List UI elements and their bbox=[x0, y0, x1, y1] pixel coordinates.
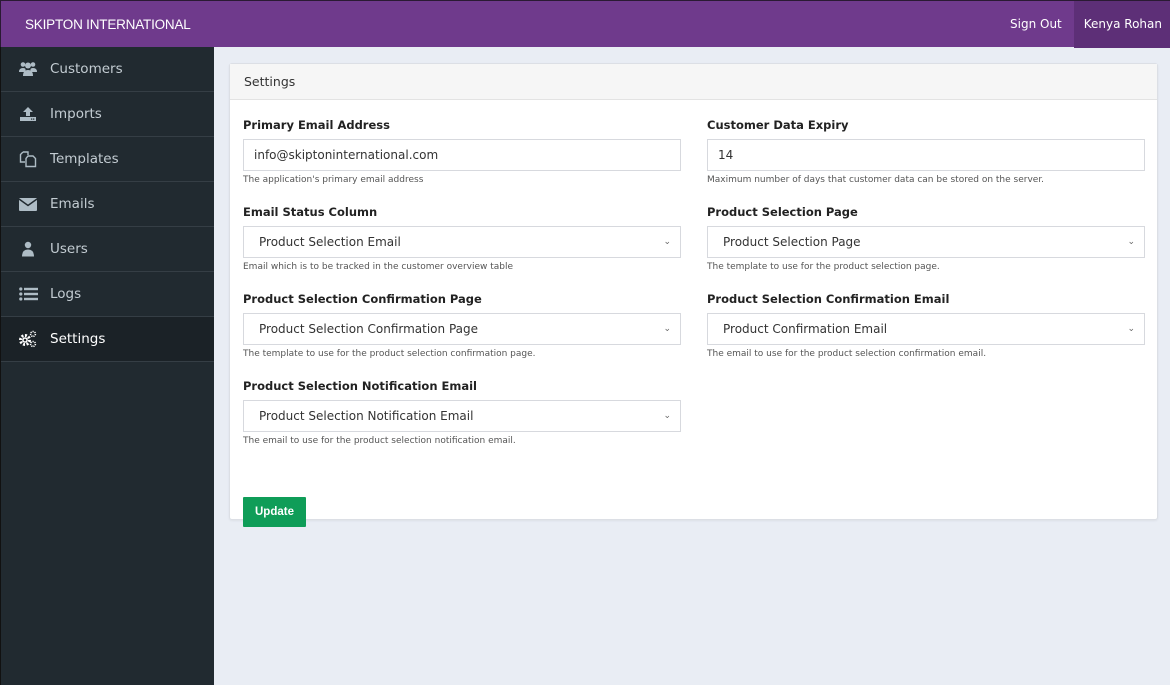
cogs-icon bbox=[18, 330, 38, 348]
top-right-menu: Sign Out Kenya Rohan bbox=[998, 1, 1170, 48]
notification-email-select[interactable]: Product Selection Notification Email ⌄ bbox=[243, 400, 681, 432]
notification-email-help: The email to use for the product selecti… bbox=[243, 436, 516, 446]
primary-email-label: Primary Email Address bbox=[243, 118, 390, 132]
sidebar-item-label: Imports bbox=[50, 106, 102, 122]
product-selection-page-label: Product Selection Page bbox=[707, 205, 858, 219]
sign-out-link[interactable]: Sign Out bbox=[998, 1, 1074, 48]
data-expiry-label: Customer Data Expiry bbox=[707, 118, 849, 132]
confirmation-email-help: The email to use for the product selecti… bbox=[707, 349, 987, 359]
product-selection-page-select[interactable]: Product Selection Page ⌄ bbox=[707, 226, 1145, 258]
chevron-down-icon: ⌄ bbox=[663, 324, 671, 334]
user-name[interactable]: Kenya Rohan bbox=[1073, 1, 1170, 48]
data-expiry-input[interactable]: 14 bbox=[707, 139, 1145, 171]
selected-value: Product Selection Page bbox=[723, 235, 861, 249]
email-status-column-select[interactable]: Product Selection Email ⌄ bbox=[243, 226, 681, 258]
envelope-icon bbox=[18, 195, 38, 213]
sidebar-item-emails[interactable]: Emails bbox=[1, 182, 214, 227]
top-navbar: SKIPTON INTERNATIONAL Sign Out Kenya Roh… bbox=[0, 0, 1170, 48]
primary-email-help: The application's primary email address bbox=[243, 175, 424, 185]
product-selection-page-help: The template to use for the product sele… bbox=[707, 262, 940, 272]
upload-icon bbox=[18, 105, 38, 123]
sidebar-item-label: Customers bbox=[50, 61, 123, 77]
confirmation-email-label: Product Selection Confirmation Email bbox=[707, 292, 950, 306]
selected-value: Product Selection Notification Email bbox=[259, 409, 474, 423]
notification-email-label: Product Selection Notification Email bbox=[243, 379, 477, 393]
sidebar-item-label: Logs bbox=[50, 286, 82, 302]
brand-logo[interactable]: SKIPTON INTERNATIONAL bbox=[25, 1, 191, 48]
chevron-down-icon: ⌄ bbox=[1127, 324, 1135, 334]
email-status-column-group: Email Status Column Product Selection Em… bbox=[243, 203, 681, 272]
sidebar-item-label: Emails bbox=[50, 196, 95, 212]
sidebar-item-users[interactable]: Users bbox=[1, 227, 214, 272]
sidebar: Customers Imports Templates Emails Users… bbox=[0, 47, 214, 685]
selected-value: Product Selection Email bbox=[259, 235, 401, 249]
user-icon bbox=[18, 240, 38, 258]
chevron-down-icon: ⌄ bbox=[1127, 237, 1135, 247]
sidebar-item-label: Templates bbox=[50, 151, 119, 167]
primary-email-input[interactable]: info@skiptoninternational.com bbox=[243, 139, 681, 171]
selected-value: Product Selection Confirmation Page bbox=[259, 322, 478, 336]
sidebar-item-logs[interactable]: Logs bbox=[1, 272, 214, 317]
primary-email-group: Primary Email Address info@skiptonintern… bbox=[243, 116, 681, 185]
sidebar-item-customers[interactable]: Customers bbox=[1, 47, 214, 92]
copy-icon bbox=[18, 150, 38, 168]
notification-email-group: Product Selection Notification Email Pro… bbox=[243, 377, 681, 446]
confirmation-page-group: Product Selection Confirmation Page Prod… bbox=[243, 290, 681, 359]
email-status-column-help: Email which is to be tracked in the cust… bbox=[243, 262, 514, 272]
sidebar-item-label: Users bbox=[50, 241, 88, 257]
sidebar-item-templates[interactable]: Templates bbox=[1, 137, 214, 182]
email-status-column-label: Email Status Column bbox=[243, 205, 378, 219]
update-button[interactable]: Update bbox=[243, 497, 306, 527]
settings-card: Settings Primary Email Address info@skip… bbox=[229, 63, 1158, 527]
data-expiry-help: Maximum number of days that customer dat… bbox=[707, 175, 1045, 185]
sidebar-item-imports[interactable]: Imports bbox=[1, 92, 214, 137]
data-expiry-group: Customer Data Expiry 14 Maximum number o… bbox=[707, 116, 1145, 185]
sidebar-item-label: Settings bbox=[50, 331, 106, 347]
card-title: Settings bbox=[230, 64, 1157, 100]
product-selection-page-group: Product Selection Page Product Selection… bbox=[707, 203, 1145, 272]
selected-value: Product Confirmation Email bbox=[723, 322, 888, 336]
chevron-down-icon: ⌄ bbox=[663, 411, 671, 421]
confirmation-page-label: Product Selection Confirmation Page bbox=[243, 292, 482, 306]
users-icon bbox=[18, 60, 38, 78]
confirmation-page-help: The template to use for the product sele… bbox=[243, 349, 536, 359]
list-icon bbox=[18, 285, 38, 303]
confirmation-email-group: Product Selection Confirmation Email Pro… bbox=[707, 290, 1145, 359]
sidebar-item-settings[interactable]: Settings bbox=[1, 317, 214, 362]
chevron-down-icon: ⌄ bbox=[663, 237, 671, 247]
confirmation-page-select[interactable]: Product Selection Confirmation Page ⌄ bbox=[243, 313, 681, 345]
confirmation-email-select[interactable]: Product Confirmation Email ⌄ bbox=[707, 313, 1145, 345]
